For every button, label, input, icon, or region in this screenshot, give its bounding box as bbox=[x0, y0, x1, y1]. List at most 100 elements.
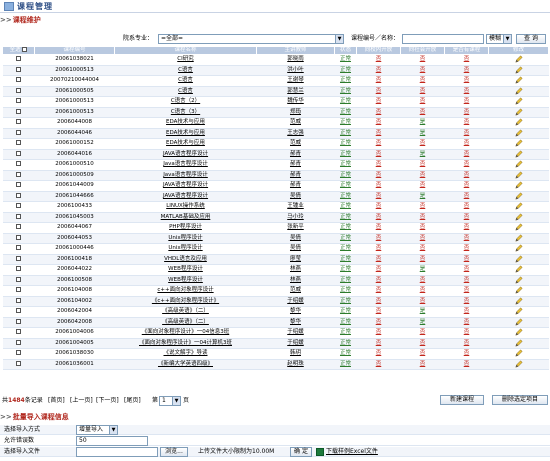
row-checkbox[interactable] bbox=[16, 308, 21, 314]
edit-pencil-icon[interactable] bbox=[514, 286, 523, 294]
edit-pencil-icon[interactable] bbox=[514, 233, 523, 242]
has-course-toggle[interactable]: 否 bbox=[444, 338, 489, 349]
open-society-toggle[interactable]: 否 bbox=[400, 338, 445, 349]
course-name-link[interactable]: C语言（3） bbox=[114, 107, 257, 118]
teacher-link[interactable]: 黎华 bbox=[256, 317, 335, 328]
course-name-link[interactable]: 《面向对象程序设计》一04信息3班 bbox=[114, 327, 257, 339]
edit-cell[interactable] bbox=[488, 201, 549, 213]
course-name-link[interactable]: WEB程序设计 bbox=[114, 264, 257, 276]
status-link[interactable]: 正常 bbox=[334, 107, 357, 118]
has-course-toggle[interactable]: 否 bbox=[444, 243, 489, 255]
open-society-toggle[interactable]: 否 bbox=[400, 359, 445, 370]
has-course-toggle[interactable]: 否 bbox=[444, 107, 489, 118]
row-checkbox[interactable] bbox=[16, 119, 21, 125]
edit-cell[interactable] bbox=[488, 317, 549, 328]
teacher-link[interactable]: 郭慧兰 bbox=[256, 86, 335, 97]
edit-cell[interactable] bbox=[488, 359, 549, 370]
row-checkbox-cell[interactable] bbox=[2, 285, 35, 297]
teacher-link[interactable]: 黎华 bbox=[256, 306, 335, 318]
edit-cell[interactable] bbox=[488, 254, 549, 265]
course-name-link[interactable]: Java语言程序设计 bbox=[114, 170, 257, 181]
row-checkbox[interactable] bbox=[16, 360, 21, 366]
teacher-link[interactable]: 吴倩 bbox=[256, 243, 335, 255]
teacher-link[interactable]: 林燕 bbox=[256, 264, 335, 276]
row-checkbox-cell[interactable] bbox=[2, 191, 35, 202]
open-society-toggle[interactable]: 是 bbox=[400, 264, 445, 276]
search-input[interactable] bbox=[402, 34, 484, 44]
teacher-link[interactable]: 于绍媛 bbox=[256, 327, 335, 339]
has-course-toggle[interactable]: 否 bbox=[444, 75, 489, 87]
edit-cell[interactable] bbox=[488, 96, 549, 108]
row-checkbox[interactable] bbox=[16, 329, 21, 335]
row-checkbox-cell[interactable] bbox=[2, 117, 35, 129]
teacher-link[interactable]: 廖莹 bbox=[256, 254, 335, 265]
edit-cell[interactable] bbox=[488, 149, 549, 160]
open-school-toggle[interactable]: 否 bbox=[356, 233, 401, 244]
status-link[interactable]: 正常 bbox=[334, 86, 357, 97]
teacher-link[interactable]: 吴倩 bbox=[256, 191, 335, 202]
row-checkbox-cell[interactable] bbox=[2, 159, 35, 171]
course-name-link[interactable]: EDA技术与应用 bbox=[114, 128, 257, 139]
status-link[interactable]: 正常 bbox=[334, 201, 357, 213]
has-course-toggle[interactable]: 否 bbox=[444, 285, 489, 297]
row-checkbox-cell[interactable] bbox=[2, 359, 35, 370]
row-checkbox-cell[interactable] bbox=[2, 180, 35, 192]
course-name-link[interactable]: C语言（2） bbox=[114, 96, 257, 108]
status-link[interactable]: 正常 bbox=[334, 264, 357, 276]
open-society-toggle[interactable]: 否 bbox=[400, 86, 445, 97]
match-mode-select[interactable]: 模糊 ▼ bbox=[486, 34, 512, 44]
teacher-link[interactable]: 韩玥 bbox=[256, 348, 335, 360]
row-checkbox-cell[interactable] bbox=[2, 86, 35, 97]
page-select[interactable]: 1 ▼ bbox=[159, 396, 181, 406]
teacher-link[interactable]: 王谢琴 bbox=[256, 75, 335, 87]
open-society-toggle[interactable]: 否 bbox=[400, 254, 445, 265]
has-course-toggle[interactable]: 否 bbox=[444, 212, 489, 223]
open-society-toggle[interactable]: 否 bbox=[400, 170, 445, 181]
course-name-link[interactable]: 《新编大学英语四级》 bbox=[114, 359, 257, 370]
edit-cell[interactable] bbox=[488, 222, 549, 234]
row-checkbox-cell[interactable] bbox=[2, 75, 35, 87]
course-name-link[interactable]: WEB程序设计 bbox=[114, 275, 257, 286]
row-checkbox-cell[interactable] bbox=[2, 275, 35, 286]
error-count-input[interactable]: 50 bbox=[76, 436, 148, 446]
col-has-course[interactable]: 是否有课程 bbox=[444, 46, 489, 55]
course-name-link[interactable]: PHP程序设计 bbox=[114, 222, 257, 234]
prev-page-link[interactable]: [上一页] bbox=[70, 395, 93, 406]
edit-pencil-icon[interactable] bbox=[514, 202, 523, 210]
edit-cell[interactable] bbox=[488, 243, 549, 255]
teacher-link[interactable]: 郝青 bbox=[256, 149, 335, 160]
teacher-link[interactable]: 郑筠 bbox=[256, 107, 335, 118]
search-button[interactable]: 查 询 bbox=[516, 34, 546, 44]
row-checkbox[interactable] bbox=[16, 350, 21, 356]
course-name-link[interactable]: 《说文解字》导读 bbox=[114, 348, 257, 360]
row-checkbox[interactable] bbox=[16, 318, 21, 324]
row-checkbox-cell[interactable] bbox=[2, 107, 35, 118]
status-link[interactable]: 正常 bbox=[334, 254, 357, 265]
course-name-link[interactable]: Unix程序设计 bbox=[114, 243, 257, 255]
row-checkbox-cell[interactable] bbox=[2, 170, 35, 181]
row-checkbox-cell[interactable] bbox=[2, 243, 35, 255]
edit-pencil-icon[interactable] bbox=[514, 317, 523, 326]
edit-pencil-icon[interactable] bbox=[514, 244, 523, 252]
edit-cell[interactable] bbox=[488, 285, 549, 297]
row-checkbox[interactable] bbox=[16, 171, 21, 177]
row-checkbox-cell[interactable] bbox=[2, 317, 35, 328]
has-course-toggle[interactable]: 否 bbox=[444, 96, 489, 108]
has-course-toggle[interactable]: 否 bbox=[444, 275, 489, 286]
edit-pencil-icon[interactable] bbox=[514, 128, 523, 137]
open-society-toggle[interactable]: 否 bbox=[400, 296, 445, 307]
course-name-link[interactable]: Java语言程序设计 bbox=[114, 159, 257, 171]
has-course-toggle[interactable]: 否 bbox=[444, 348, 489, 360]
open-society-toggle[interactable]: 是 bbox=[400, 128, 445, 139]
delete-selected-button[interactable]: 删除选定项目 bbox=[492, 395, 548, 405]
row-checkbox[interactable] bbox=[16, 129, 21, 135]
edit-pencil-icon[interactable] bbox=[514, 307, 523, 315]
edit-cell[interactable] bbox=[488, 338, 549, 349]
row-checkbox-cell[interactable] bbox=[2, 65, 35, 76]
teacher-link[interactable]: 郭晓雨 bbox=[256, 54, 335, 66]
first-page-link[interactable]: [首页] bbox=[48, 395, 65, 406]
edit-cell[interactable] bbox=[488, 296, 549, 307]
has-course-toggle[interactable]: 否 bbox=[444, 159, 489, 171]
row-checkbox[interactable] bbox=[16, 266, 21, 272]
row-checkbox[interactable] bbox=[16, 213, 21, 219]
